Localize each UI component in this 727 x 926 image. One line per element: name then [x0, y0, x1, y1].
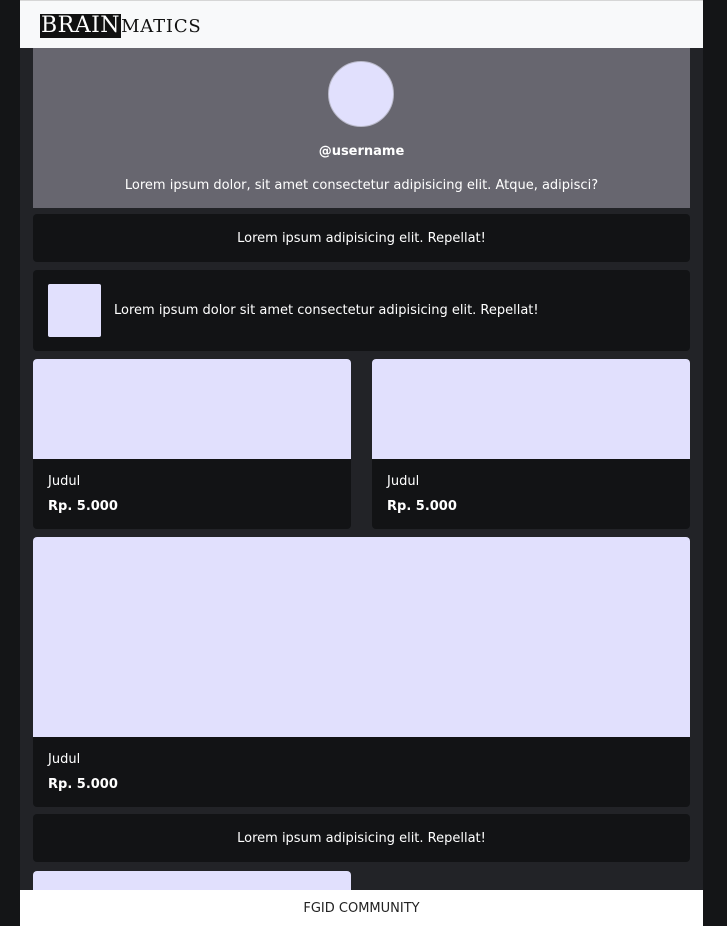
product-card[interactable]: Judul Rp. 5.000	[372, 359, 690, 529]
avatar	[328, 61, 394, 127]
app-frame: Brain matics @username Lorem ipsum dolor…	[20, 0, 703, 926]
product-price: Rp. 5.000	[48, 499, 118, 514]
link-card-with-thumbnail[interactable]: Lorem ipsum dolor sit amet consectetur a…	[33, 270, 690, 351]
product-image	[372, 359, 690, 459]
product-image	[33, 359, 351, 459]
product-card-large[interactable]: Judul Rp. 5.000	[33, 537, 690, 807]
product-title: Judul	[387, 474, 420, 489]
navbar: Brain matics	[20, 0, 703, 48]
product-price: Rp. 5.000	[48, 777, 118, 792]
product-image	[33, 871, 351, 890]
product-image	[33, 537, 690, 737]
link-card[interactable]: Lorem ipsum adipisicing elit. Repellat!	[33, 814, 690, 862]
profile-header: @username Lorem ipsum dolor, sit amet co…	[33, 48, 690, 208]
product-title: Judul	[48, 474, 81, 489]
link-card[interactable]: Lorem ipsum adipisicing elit. Repellat!	[33, 214, 690, 262]
product-card[interactable]: Judul Rp. 5.000	[33, 359, 351, 529]
product-price: Rp. 5.000	[387, 499, 457, 514]
link-label: Lorem ipsum dolor sit amet consectetur a…	[114, 303, 539, 318]
main-content: @username Lorem ipsum dolor, sit amet co…	[33, 48, 690, 890]
link-thumbnail	[48, 284, 101, 337]
username: @username	[318, 144, 405, 159]
profile-bio: Lorem ipsum dolor, sit amet consectetur …	[124, 178, 599, 193]
brand-logo[interactable]: Brain matics	[40, 12, 202, 38]
logo-highlight: Brain	[40, 13, 122, 38]
product-card-partial[interactable]	[33, 871, 351, 890]
product-title: Judul	[48, 752, 81, 767]
footer-label: FGID COMMUNITY	[303, 900, 420, 916]
footer: FGID COMMUNITY	[20, 890, 703, 926]
logo-rest: matics	[121, 16, 202, 37]
link-label: Lorem ipsum adipisicing elit. Repellat!	[237, 830, 486, 846]
link-label: Lorem ipsum adipisicing elit. Repellat!	[237, 230, 486, 246]
